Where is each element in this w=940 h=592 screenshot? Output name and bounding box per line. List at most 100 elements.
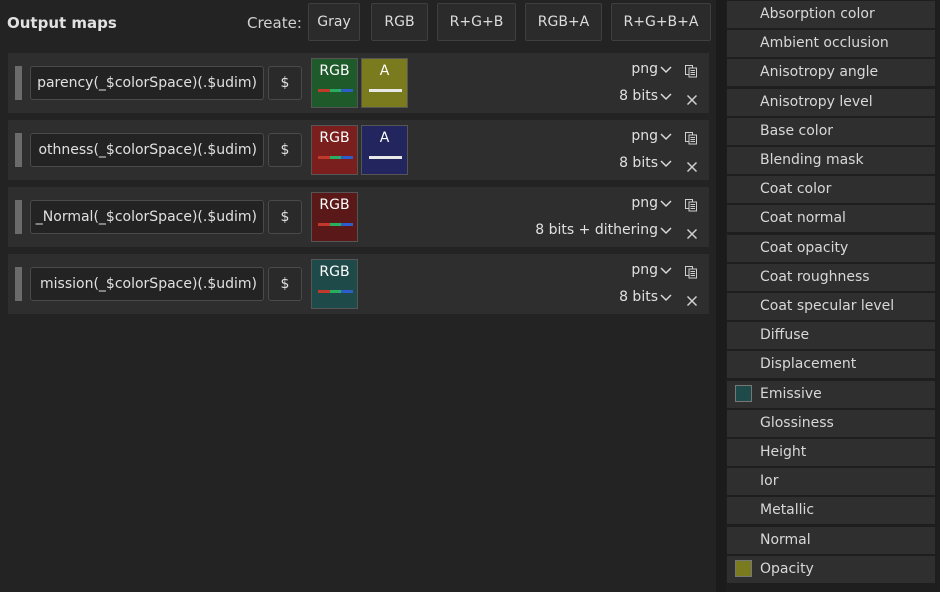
rgb-indicator [318,223,354,226]
file-format-dropdown[interactable]: png [631,61,672,77]
copy-document-icon[interactable] [684,63,698,78]
create-rgb-button[interactable]: RGB [371,3,428,41]
output-maps-title: Output maps [7,14,117,32]
chevron-down-icon [660,264,672,276]
channel-item[interactable]: Diffuse [727,322,935,350]
bit-depth-dropdown[interactable]: 8 bits [619,289,672,305]
drag-handle[interactable] [15,200,22,234]
channel-label: Normal [760,531,811,548]
output-maps-panel: Output maps Create: Gray RGB R+G+B RGB+A… [0,0,716,592]
bit-depth-dropdown[interactable]: 8 bits [619,88,672,104]
close-icon[interactable] [686,292,698,307]
channel-label: Ambient occlusion [760,35,889,52]
drag-handle[interactable] [15,66,22,100]
channel-slot-label: RGB [319,264,350,280]
filename-pattern-input[interactable]: mission(_$colorSpace)(.$udim) [30,267,264,301]
channel-label: Coat roughness [760,268,870,285]
copy-document-icon[interactable] [684,197,698,212]
drag-handle[interactable] [15,267,22,301]
file-format-value: png [631,195,658,211]
channel-label: Diffuse [760,327,810,344]
create-gray-button[interactable]: Gray [308,3,360,41]
rgb-indicator [318,290,354,293]
channel-label: Metallic [760,502,815,519]
channel-item[interactable]: Coat color [727,176,935,204]
file-format-dropdown[interactable]: png [631,195,672,211]
bit-depth-dropdown[interactable]: 8 bits [619,155,672,171]
channel-item[interactable]: Ior [727,468,935,496]
channel-item[interactable]: Height [727,439,935,466]
channel-slot-label: A [379,130,390,146]
bit-depth-dropdown[interactable]: 8 bits + dithering [535,222,672,238]
bit-depth-value: 8 bits [619,155,658,171]
alpha-indicator [369,89,402,92]
channel-label: Base color [760,122,834,139]
close-icon[interactable] [686,225,698,240]
channel-item[interactable]: Metallic [727,497,935,525]
channel-item[interactable]: Anisotropy level [727,88,935,116]
copy-document-icon[interactable] [684,130,698,145]
create-r-g-b-a-button[interactable]: R+G+B+A [611,3,711,41]
file-format-dropdown[interactable]: png [631,128,672,144]
create-r-g-b-button[interactable]: R+G+B [437,3,516,41]
copy-document-icon[interactable] [684,264,698,279]
file-format-value: png [631,262,658,278]
channel-slot-rgb[interactable]: RGB [311,192,358,242]
channel-slot-label: RGB [319,63,350,79]
channel-item[interactable]: Base color [727,117,935,145]
channel-item[interactable]: Ambient occlusion [727,30,935,58]
channel-slot-label: RGB [319,130,350,146]
channel-color-swatch [735,384,752,402]
close-icon[interactable] [686,91,698,106]
channel-label: Anisotropy level [760,93,873,110]
channel-slot-rgb[interactable]: RGB [311,259,358,309]
create-label: Create: [247,14,302,32]
channel-slot-label: A [379,63,390,79]
file-format-dropdown[interactable]: png [631,262,672,278]
channel-slot-rgb[interactable]: RGB [311,125,358,175]
insert-variable-button[interactable]: $ [268,66,302,100]
insert-variable-button[interactable]: $ [268,267,302,301]
channel-label: Glossiness [760,414,834,431]
channel-item[interactable]: Emissive [727,380,935,408]
channel-item[interactable]: Anisotropy angle [727,59,935,87]
channel-item[interactable]: Displacement [727,351,935,379]
output-map-row: mission(_$colorSpace)(.$udim) $ RGB png 8 bi… [8,254,709,314]
channel-list: Absorption color Ambient occlusion Anisotr… [726,0,940,592]
bit-depth-value: 8 bits + dithering [535,222,658,238]
channel-item[interactable]: Absorption color [727,1,935,28]
channel-label: Coat color [760,181,832,198]
filename-pattern-input[interactable]: othness(_$colorSpace)(.$udim) [30,133,264,167]
filename-pattern-input[interactable]: _Normal(_$colorSpace)(.$udim) [30,200,264,234]
channel-slot-rgb[interactable]: RGB [311,58,358,108]
channel-label: Emissive [760,385,822,402]
rgb-indicator [318,156,354,159]
channel-label: Coat specular level [760,298,895,314]
channel-item[interactable]: Coat normal [727,205,935,233]
channel-item[interactable]: Normal [727,526,935,554]
channel-label: Blending mask [760,152,864,168]
close-icon[interactable] [686,158,698,173]
chevron-down-icon [660,157,672,169]
drag-handle[interactable] [15,133,22,167]
bit-depth-value: 8 bits [619,289,658,305]
output-map-row: parency(_$colorSpace)(.$udim) $ RGB Apng 8 b… [8,53,709,113]
insert-variable-button[interactable]: $ [268,200,302,234]
insert-variable-button[interactable]: $ [268,133,302,167]
channel-item[interactable]: Coat opacity [727,234,935,262]
channel-label: Ior [760,473,779,490]
channel-item[interactable]: Blending mask [727,147,935,174]
channel-item[interactable]: Glossiness [727,409,935,437]
filename-pattern-input[interactable]: parency(_$colorSpace)(.$udim) [30,66,264,100]
channel-slot-a[interactable]: A [361,58,408,108]
channel-slot-a[interactable]: A [361,125,408,175]
panel-divider[interactable] [716,0,726,592]
channel-label: Opacity [760,560,814,577]
chevron-down-icon [660,197,672,209]
create-rgb-a-button[interactable]: RGB+A [525,3,602,41]
file-format-value: png [631,61,658,77]
channel-item[interactable]: Opacity [727,555,935,583]
channel-item[interactable]: Coat roughness [727,263,935,291]
channel-color-swatch [735,559,752,577]
channel-item[interactable]: Coat specular level [727,293,935,320]
